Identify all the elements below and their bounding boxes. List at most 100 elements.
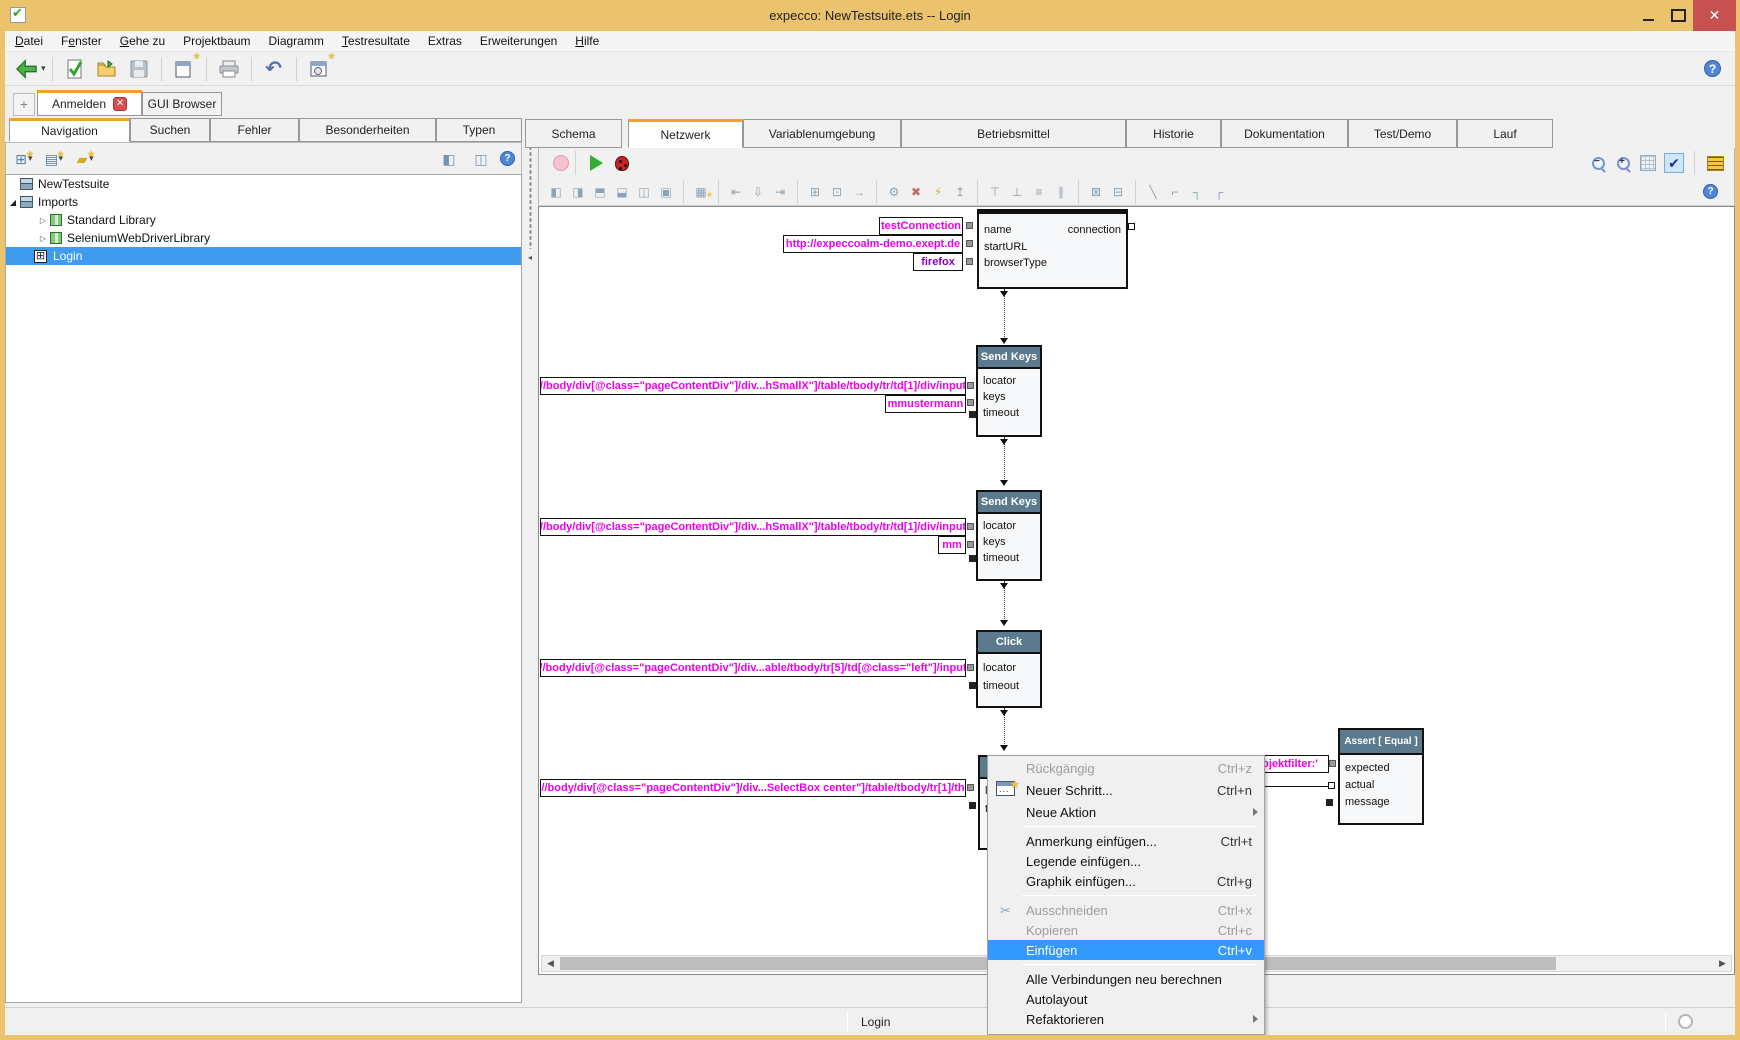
- back-dropdown-icon[interactable]: ▾: [41, 63, 46, 74]
- line-diagonal-icon[interactable]: ╲: [1144, 184, 1162, 200]
- value-locator[interactable]: //body/div[@class="pageContentDiv"]/div.…: [540, 377, 966, 395]
- menu-hilfe[interactable]: Hilfe: [575, 34, 599, 48]
- context-menu-item-legende-einfuegen[interactable]: Legende einfügen...: [988, 851, 1264, 871]
- tab-navigation[interactable]: Navigation: [9, 118, 130, 142]
- tab-variablenumgebung[interactable]: Variablenumgebung: [743, 119, 901, 148]
- tree-item-login[interactable]: ⊞ Login: [6, 247, 521, 265]
- panel-splitter[interactable]: ◂ ◂: [522, 118, 538, 1003]
- tab-betriebsmittel[interactable]: Betriebsmittel: [901, 119, 1126, 148]
- align-bottom-icon[interactable]: ⬓: [613, 184, 631, 200]
- scroll-left-icon[interactable]: ◀: [542, 956, 559, 971]
- menu-diagramm[interactable]: Diagramm: [269, 34, 324, 48]
- save-icon[interactable]: [126, 56, 152, 82]
- context-menu-item-einfuegen[interactable]: Einfügen Ctrl+v: [988, 940, 1264, 960]
- value-browsertype[interactable]: firefox: [913, 253, 963, 271]
- pin-top-icon[interactable]: ⊤: [986, 184, 1004, 200]
- new-window-icon[interactable]: ★: [171, 56, 197, 82]
- expander-collapsed-icon[interactable]: ▷: [38, 234, 48, 243]
- copy-step-icon[interactable]: ⊞: [806, 184, 824, 200]
- distribute-horizontal-icon[interactable]: ∥: [1052, 184, 1070, 200]
- input-pin[interactable]: [969, 802, 976, 809]
- input-pin[interactable]: [966, 240, 973, 247]
- delete-connection-icon[interactable]: ⊠: [1087, 184, 1105, 200]
- close-button[interactable]: ✕: [1693, 0, 1736, 31]
- value-starturl[interactable]: http://expeccoalm-demo.exept.de: [783, 235, 963, 253]
- print-icon[interactable]: [216, 56, 242, 82]
- tab-suchen[interactable]: Suchen: [130, 118, 210, 142]
- center-horizontal-icon[interactable]: ◫: [635, 184, 653, 200]
- tab-anmelden[interactable]: Anmelden ✕: [37, 90, 142, 116]
- value-locator[interactable]: //body/div[@class="pageContentDiv"]/div.…: [540, 518, 966, 536]
- new-list-menu-icon[interactable]: ▤★: [43, 151, 61, 167]
- tab-besonderheiten[interactable]: Besonderheiten: [299, 118, 436, 142]
- new-diagram-menu-icon[interactable]: ⊞★: [12, 151, 30, 167]
- grid-toggle-icon[interactable]: [1640, 155, 1656, 171]
- tab-lauf[interactable]: Lauf: [1457, 119, 1553, 148]
- scroll-right-icon[interactable]: ▶: [1714, 956, 1731, 971]
- new-folder-menu-icon[interactable]: ▰★: [73, 151, 91, 167]
- run-icon[interactable]: [590, 155, 603, 171]
- context-menu-item-alle-verbindungen-neu-berechnen[interactable]: Alle Verbindungen neu berechnen: [988, 969, 1264, 989]
- menu-datei[interactable]: Datei: [15, 34, 43, 48]
- expander-expanded-icon[interactable]: ◢: [8, 198, 18, 207]
- expander-collapsed-icon[interactable]: ▷: [38, 216, 48, 225]
- value-name[interactable]: testConnection: [879, 217, 963, 235]
- zoom-in-icon[interactable]: +: [1616, 156, 1631, 171]
- insert-right-icon[interactable]: ⇥: [771, 184, 789, 200]
- input-pin[interactable]: [966, 222, 973, 229]
- splitter-collapse-icon[interactable]: ◂: [528, 253, 532, 262]
- context-menu-item-autolayout[interactable]: Autolayout: [988, 989, 1264, 1009]
- value-keys[interactable]: mmustermann: [885, 395, 966, 413]
- input-pin[interactable]: [967, 399, 974, 406]
- input-pin[interactable]: [969, 555, 976, 562]
- back-icon[interactable]: [14, 56, 40, 82]
- menu-gehe-zu[interactable]: Gehe zu: [120, 34, 165, 48]
- context-menu-item-neue-aktion[interactable]: Neue Aktion: [988, 802, 1264, 822]
- tree-item-newtestsuite[interactable]: NewTestsuite: [6, 175, 521, 193]
- line-step-icon[interactable]: ⌐: [1166, 184, 1184, 200]
- accept-check-icon[interactable]: [62, 56, 88, 82]
- distribute-vertical-icon[interactable]: ≡: [1030, 184, 1048, 200]
- add-lightning-icon[interactable]: ⚡: [929, 184, 947, 200]
- menu-projektbaum[interactable]: Projektbaum: [183, 34, 250, 48]
- input-pin[interactable]: [967, 541, 974, 548]
- tab-typen[interactable]: Typen: [436, 118, 522, 142]
- tab-close-icon[interactable]: ✕: [113, 97, 127, 111]
- context-menu-item-anmerkung-einfuegen[interactable]: Anmerkung einfügen... Ctrl+t: [988, 831, 1264, 851]
- input-pin[interactable]: [967, 523, 974, 530]
- right-help-icon[interactable]: ?: [1703, 184, 1718, 199]
- open-folder-icon[interactable]: [94, 56, 120, 82]
- undo-icon[interactable]: ↶: [261, 56, 287, 82]
- node-assert-equal[interactable]: Assert [ Equal ] expected actual message: [1338, 728, 1424, 825]
- tree-item-seleniumwebdriverlibrary[interactable]: ▷ SeleniumWebDriverLibrary: [6, 229, 521, 247]
- debug-icon[interactable]: [615, 156, 629, 171]
- insert-left-icon[interactable]: ⇤: [727, 184, 745, 200]
- tab-gui-browser[interactable]: GUI Browser: [142, 92, 222, 116]
- input-pin[interactable]: [967, 382, 974, 389]
- input-pin[interactable]: [967, 664, 974, 671]
- align-right-icon[interactable]: ◨: [569, 184, 587, 200]
- reload-window-icon[interactable]: ★: [306, 56, 332, 82]
- add-gear-icon[interactable]: ⚙: [885, 184, 903, 200]
- input-pin[interactable]: [1326, 799, 1333, 806]
- minimize-button[interactable]: [1633, 0, 1663, 31]
- line-vh-icon[interactable]: ┌: [1210, 184, 1228, 200]
- tree-item-imports[interactable]: ◢ Imports: [6, 193, 521, 211]
- node-click[interactable]: Click locator timeout: [976, 630, 1042, 708]
- remove-icon[interactable]: ✖: [907, 184, 925, 200]
- input-pin[interactable]: [967, 784, 974, 791]
- panel-layout-icon[interactable]: ◧: [440, 151, 458, 167]
- menu-erweiterungen[interactable]: Erweiterungen: [480, 34, 557, 48]
- panel-split-icon[interactable]: ◫: [472, 151, 490, 167]
- upload-icon[interactable]: ↥: [951, 184, 969, 200]
- tab-historie[interactable]: Historie: [1126, 119, 1221, 148]
- insert-below-icon[interactable]: ⇩: [749, 184, 767, 200]
- pin-bottom-icon[interactable]: ⊥: [1008, 184, 1026, 200]
- menu-fenster[interactable]: Fenster: [61, 34, 102, 48]
- input-pin[interactable]: [1328, 782, 1335, 789]
- new-substep-icon[interactable]: ⊡: [828, 184, 846, 200]
- value-keys[interactable]: mm: [938, 536, 966, 554]
- tab-netzwerk[interactable]: Netzwerk: [628, 119, 743, 148]
- move-right-icon[interactable]: →: [850, 184, 868, 200]
- add-tab-button[interactable]: +: [13, 93, 35, 116]
